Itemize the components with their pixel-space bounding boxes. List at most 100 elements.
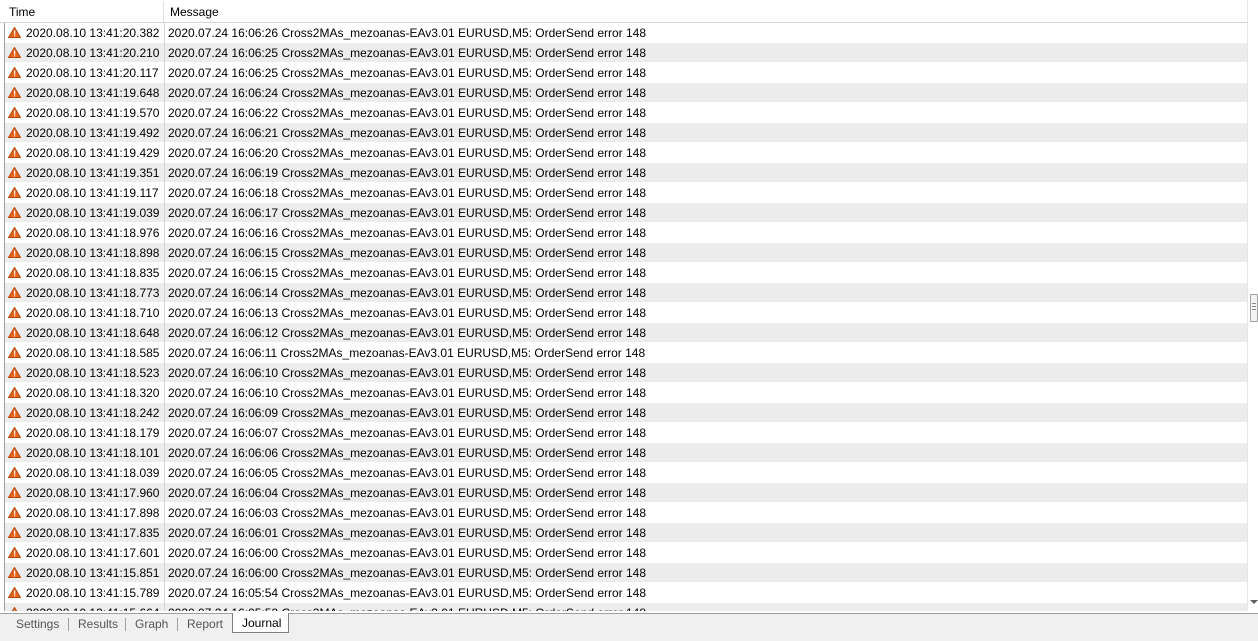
column-divider <box>164 23 165 43</box>
journal-row[interactable]: 2020.08.10 13:41:20.210 2020.07.24 16:06:… <box>5 43 1248 63</box>
row-time: 2020.08.10 13:41:18.179 <box>26 426 160 440</box>
row-time: 2020.08.10 13:41:17.835 <box>26 526 160 540</box>
scrollbar-thumb[interactable] <box>1250 294 1258 322</box>
row-time: 2020.08.10 13:41:20.210 <box>26 46 160 60</box>
row-message: 2020.07.24 16:06:26 Cross2MAs_mezoanas-E… <box>168 26 647 40</box>
tab-journal[interactable]: Journal <box>232 613 289 633</box>
tab-divider <box>68 618 69 631</box>
warning-triangle-icon <box>8 467 21 478</box>
warning-triangle-icon <box>8 307 21 318</box>
journal-row[interactable]: 2020.08.10 13:41:17.960 2020.07.24 16:06:… <box>5 483 1248 503</box>
row-message: 2020.07.24 16:06:13 Cross2MAs_mezoanas-E… <box>168 306 647 320</box>
journal-row[interactable]: 2020.08.10 13:41:17.835 2020.07.24 16:06:… <box>5 523 1248 543</box>
warning-triangle-icon <box>8 347 21 358</box>
journal-row[interactable]: 2020.08.10 13:41:19.351 2020.07.24 16:06:… <box>5 163 1248 183</box>
column-divider <box>164 143 165 163</box>
journal-row[interactable]: 2020.08.10 13:41:19.039 2020.07.24 16:06:… <box>5 203 1248 223</box>
column-header-message[interactable]: Message <box>164 2 1247 22</box>
warning-triangle-icon <box>8 567 21 578</box>
row-message: 2020.07.24 16:06:04 Cross2MAs_mezoanas-E… <box>168 486 647 500</box>
warning-triangle-icon <box>8 147 21 158</box>
journal-row[interactable]: 2020.08.10 13:41:18.179 2020.07.24 16:06:… <box>5 423 1248 443</box>
row-time: 2020.08.10 13:41:17.601 <box>26 546 160 560</box>
row-message: 2020.07.24 16:06:05 Cross2MAs_mezoanas-E… <box>168 466 647 480</box>
row-time: 2020.08.10 13:41:19.492 <box>26 126 160 140</box>
column-divider <box>164 183 165 203</box>
journal-row[interactable]: 2020.08.10 13:41:18.523 2020.07.24 16:06:… <box>5 363 1248 383</box>
warning-triangle-icon <box>8 87 21 98</box>
column-header-time[interactable]: Time <box>0 2 164 22</box>
tab-graph[interactable]: Graph <box>127 614 176 634</box>
row-time: 2020.08.10 13:41:19.117 <box>26 186 159 200</box>
row-message: 2020.07.24 16:06:25 Cross2MAs_mezoanas-E… <box>168 46 647 60</box>
journal-row[interactable]: 2020.08.10 13:41:15.789 2020.07.24 16:05:… <box>5 583 1248 603</box>
row-message: 2020.07.24 16:06:15 Cross2MAs_mezoanas-E… <box>168 266 647 280</box>
warning-triangle-icon <box>8 27 21 38</box>
journal-row[interactable]: 2020.08.10 13:41:19.492 2020.07.24 16:06:… <box>5 123 1248 143</box>
journal-row[interactable]: 2020.08.10 13:41:15.664 2020.07.24 16:05:… <box>5 603 1248 611</box>
journal-row[interactable]: 2020.08.10 13:41:19.429 2020.07.24 16:06:… <box>5 143 1248 163</box>
journal-row[interactable]: 2020.08.10 13:41:18.648 2020.07.24 16:06:… <box>5 323 1248 343</box>
column-divider <box>164 343 165 363</box>
journal-row[interactable]: 2020.08.10 13:41:18.773 2020.07.24 16:06:… <box>5 283 1248 303</box>
row-message: 2020.07.24 16:06:24 Cross2MAs_mezoanas-E… <box>168 86 647 100</box>
vertical-scrollbar[interactable] <box>1247 0 1258 611</box>
journal-list[interactable]: 2020.08.10 13:41:20.382 2020.07.24 16:06:… <box>4 23 1248 611</box>
row-time: 2020.08.10 13:41:18.242 <box>26 406 160 420</box>
warning-triangle-icon <box>8 287 21 298</box>
column-divider <box>164 263 165 283</box>
journal-row[interactable]: 2020.08.10 13:41:18.242 2020.07.24 16:06:… <box>5 403 1248 423</box>
journal-row[interactable]: 2020.08.10 13:41:17.601 2020.07.24 16:06:… <box>5 543 1248 563</box>
journal-row[interactable]: 2020.08.10 13:41:17.898 2020.07.24 16:06:… <box>5 503 1248 523</box>
row-message: 2020.07.24 16:06:17 Cross2MAs_mezoanas-E… <box>168 206 647 220</box>
journal-panel: Time Message 2020.08.10 13:41:20.382 2020… <box>0 0 1258 613</box>
column-divider <box>164 83 165 103</box>
row-message: 2020.07.24 16:06:14 Cross2MAs_mezoanas-E… <box>168 286 647 300</box>
warning-triangle-icon <box>8 167 21 178</box>
row-time: 2020.08.10 13:41:18.648 <box>26 326 160 340</box>
journal-row[interactable]: 2020.08.10 13:41:18.976 2020.07.24 16:06:… <box>5 223 1248 243</box>
journal-row[interactable]: 2020.08.10 13:41:20.117 2020.07.24 16:06:… <box>5 63 1248 83</box>
row-time: 2020.08.10 13:41:19.429 <box>26 146 160 160</box>
row-time: 2020.08.10 13:41:19.648 <box>26 86 160 100</box>
column-divider <box>164 483 165 503</box>
column-divider <box>164 443 165 463</box>
tab-results[interactable]: Results <box>70 614 126 634</box>
journal-row[interactable]: 2020.08.10 13:41:18.039 2020.07.24 16:06:… <box>5 463 1248 483</box>
journal-row[interactable]: 2020.08.10 13:41:15.851 2020.07.24 16:06:… <box>5 563 1248 583</box>
journal-row[interactable]: 2020.08.10 13:41:18.710 2020.07.24 16:06:… <box>5 303 1248 323</box>
warning-triangle-icon <box>8 367 21 378</box>
warning-triangle-icon <box>8 247 21 258</box>
journal-row[interactable]: 2020.08.10 13:41:18.585 2020.07.24 16:06:… <box>5 343 1248 363</box>
journal-row[interactable]: 2020.08.10 13:41:19.570 2020.07.24 16:06:… <box>5 103 1248 123</box>
scrollbar-grip-line <box>1252 303 1256 304</box>
journal-row[interactable]: 2020.08.10 13:41:18.101 2020.07.24 16:06:… <box>5 443 1248 463</box>
column-divider <box>164 163 165 183</box>
column-divider <box>164 583 165 603</box>
row-message: 2020.07.24 16:06:18 Cross2MAs_mezoanas-E… <box>168 186 647 200</box>
warning-triangle-icon <box>8 107 21 118</box>
warning-triangle-icon <box>8 487 21 498</box>
column-divider <box>164 43 165 63</box>
journal-row[interactable]: 2020.08.10 13:41:18.898 2020.07.24 16:06:… <box>5 243 1248 263</box>
warning-triangle-icon <box>8 387 21 398</box>
row-time: 2020.08.10 13:41:18.523 <box>26 366 160 380</box>
row-time: 2020.08.10 13:41:18.320 <box>26 386 160 400</box>
column-divider <box>164 423 165 443</box>
journal-row[interactable]: 2020.08.10 13:41:18.320 2020.07.24 16:06:… <box>5 383 1248 403</box>
tab-settings[interactable]: Settings <box>8 614 67 634</box>
warning-triangle-icon <box>8 187 21 198</box>
tab-divider <box>125 618 126 631</box>
journal-row[interactable]: 2020.08.10 13:41:18.835 2020.07.24 16:06:… <box>5 263 1248 283</box>
column-divider <box>164 463 165 483</box>
column-divider <box>164 303 165 323</box>
scroll-down-arrow-icon[interactable] <box>1250 600 1258 604</box>
journal-row[interactable]: 2020.08.10 13:41:19.117 2020.07.24 16:06:… <box>5 183 1248 203</box>
journal-row[interactable]: 2020.08.10 13:41:20.382 2020.07.24 16:06:… <box>5 23 1248 43</box>
tab-report[interactable]: Report <box>179 614 231 634</box>
journal-row[interactable]: 2020.08.10 13:41:19.648 2020.07.24 16:06:… <box>5 83 1248 103</box>
row-time: 2020.08.10 13:41:18.710 <box>26 306 160 320</box>
column-divider <box>164 603 165 611</box>
row-message: 2020.07.24 16:06:10 Cross2MAs_mezoanas-E… <box>168 366 647 380</box>
column-divider <box>164 123 165 143</box>
